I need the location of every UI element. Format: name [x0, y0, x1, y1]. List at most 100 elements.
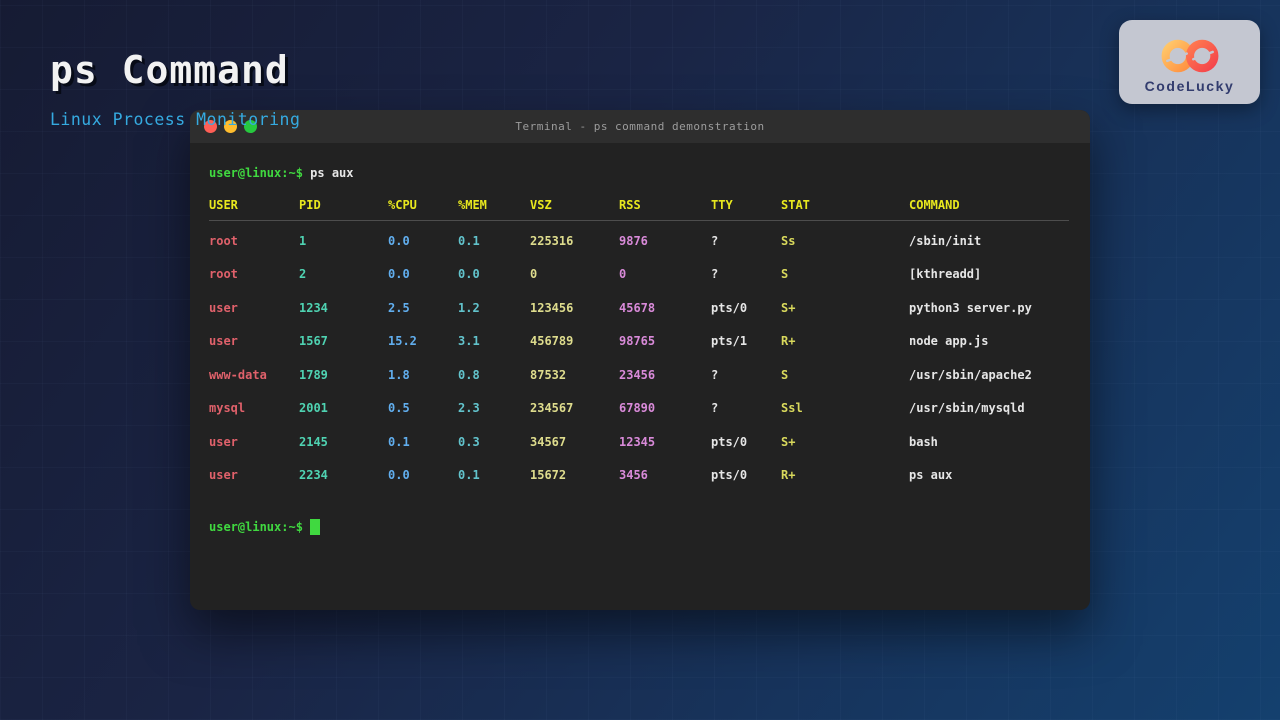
table-cell: 12345 [619, 434, 656, 449]
column-header: USER [209, 198, 238, 212]
table-cell: pts/1 [711, 334, 748, 349]
column-header: COMMAND [909, 198, 960, 212]
table-cell: S+ [781, 300, 796, 315]
table-cell: /usr/sbin/mysqld [909, 401, 1025, 416]
column-header: TTY [711, 198, 733, 212]
table-cell: 15.2 [388, 334, 417, 349]
table-cell: user [209, 300, 238, 315]
table-cell: mysql [209, 401, 246, 416]
table-cell: 9876 [619, 233, 648, 248]
table-cell: 2145 [299, 434, 328, 449]
table-cell: S [781, 267, 789, 282]
table-cell: S+ [781, 434, 796, 449]
shell-prompt: user@linux:~$ [209, 166, 303, 180]
table-cell: 2234 [299, 468, 328, 483]
column-header: %MEM [458, 198, 487, 212]
table-cell: pts/0 [711, 468, 748, 483]
table-row: root 1 0.0 0.1 225316 9876? Ss/sbin/init [209, 224, 1069, 258]
shell-prompt: user@linux:~$ [209, 520, 303, 534]
table-cell: 2 [299, 267, 307, 282]
table-cell: ? [711, 233, 719, 248]
table-cell: 0.3 [458, 434, 480, 449]
page-subtitle: Linux Process Monitoring [50, 110, 301, 129]
table-cell: root [209, 267, 238, 282]
table-cell: 0 [619, 267, 627, 282]
table-cell: 15672 [530, 468, 567, 483]
table-cell: bash [909, 434, 938, 449]
table-cell: 1567 [299, 334, 328, 349]
table-cell: 23456 [619, 367, 656, 382]
table-cell: ps aux [909, 468, 953, 483]
table-row: user 1567 15.2 3.1 456789 98765 pts/1 R+ node ap… [209, 325, 1069, 359]
table-cell: S [781, 367, 789, 382]
table-cell: 1.8 [388, 367, 410, 382]
column-header: RSS [619, 198, 641, 212]
infinity-icon [1161, 39, 1218, 72]
shell-command-text: ps aux [310, 166, 354, 180]
table-cell: 0.1 [388, 434, 410, 449]
table-cell: 0.8 [458, 367, 480, 382]
table-cell: 0.0 [458, 267, 480, 282]
table-cell: node app.js [909, 334, 989, 349]
table-cell: pts/0 [711, 300, 748, 315]
table-cell: 0.5 [388, 401, 410, 416]
table-cell: /usr/sbin/apache2 [909, 367, 1032, 382]
table-cell: 3456 [619, 468, 648, 483]
terminal-cursor [309, 519, 320, 535]
table-cell: 225316 [530, 233, 574, 248]
column-header: %CPU [388, 198, 417, 212]
table-cell: 67890 [619, 401, 656, 416]
table-cell: 0.0 [388, 468, 410, 483]
table-cell: 98765 [619, 334, 656, 349]
table-body: root 1 0.0 0.1 225316 9876? Ss/sbin/init root 2 0… [209, 224, 1069, 492]
table-cell: python3 server.py [909, 300, 1032, 315]
terminal-title: Terminal - ps command demonstration [515, 120, 765, 133]
table-cell: ? [711, 401, 719, 416]
table-cell: ? [711, 267, 719, 282]
table-cell: 45678 [619, 300, 656, 315]
table-cell: Ss [781, 233, 796, 248]
table-cell: user [209, 334, 238, 349]
table-cell: 87532 [530, 367, 567, 382]
table-cell: 34567 [530, 434, 567, 449]
table-cell: 456789 [530, 334, 574, 349]
table-cell: Ssl [781, 401, 803, 416]
table-cell: 123456 [530, 300, 574, 315]
table-cell: 2.5 [388, 300, 410, 315]
table-cell: www-data [209, 367, 267, 382]
table-cell: pts/0 [711, 434, 748, 449]
table-cell: [kthreadd] [909, 267, 982, 282]
table-cell: user [209, 434, 238, 449]
command-line: user@linux:~$ ps aux [209, 165, 1069, 181]
terminal-titlebar: Terminal - ps command demonstration [190, 110, 1090, 143]
table-cell: R+ [781, 468, 796, 483]
table-row: www-data 1789 1.8 0.8 87532 23456? S/usr/sbin/… [209, 358, 1069, 392]
table-cell: 3.1 [458, 334, 480, 349]
table-cell: R+ [781, 334, 796, 349]
table-cell: 2001 [299, 401, 328, 416]
table-row: mysql 2001 0.5 2.3 234567 67890? Ssl/usr/sbin/… [209, 392, 1069, 426]
terminal-window: Terminal - ps command demonstration user… [190, 110, 1090, 610]
table-cell: 0 [530, 267, 538, 282]
table-cell: 1234 [299, 300, 328, 315]
table-cell: 0.1 [458, 468, 480, 483]
brand-name: CodeLucky [1144, 77, 1235, 94]
table-cell: root [209, 233, 238, 248]
table-row: user 2234 0.0 0.1 15672 3456 pts/0 R+ ps aux [209, 459, 1069, 493]
page-title: ps Command [50, 48, 289, 92]
table-row: user 2145 0.1 0.3 34567 12345 pts/0 S+ bash [209, 425, 1069, 459]
table-row: root 2 0.0 0.0 0 0? S [kthreadd] [209, 258, 1069, 292]
brand-badge: CodeLucky [1119, 20, 1260, 104]
table-cell: 1 [299, 233, 307, 248]
table-row: user 1234 2.5 1.2 123456 45678 pts/0 S+ python3 … [209, 291, 1069, 325]
table-cell: user [209, 468, 238, 483]
table-cell: 1789 [299, 367, 328, 382]
terminal-content: user@linux:~$ ps aux USER PID %CPU %MEM VSZ R… [190, 143, 1090, 535]
column-header: PID [299, 198, 321, 212]
page-header: ps Command Linux Process Monitoring [50, 48, 300, 129]
table-cell: 0.0 [388, 267, 410, 282]
table-cell: 0.0 [388, 233, 410, 248]
ps-output-table: USER PID %CPU %MEM VSZ RSS TTY STAT COMMAND root… [209, 197, 1069, 492]
idle-prompt-line: user@linux:~$ [209, 519, 1069, 535]
table-cell: 234567 [530, 401, 574, 416]
